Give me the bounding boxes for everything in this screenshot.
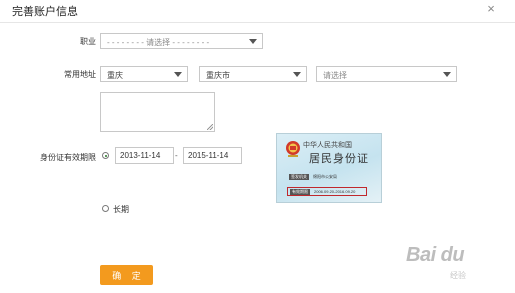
city-select[interactable]: 重庆市	[199, 66, 307, 82]
chevron-down-icon	[443, 72, 451, 77]
date-range-radio[interactable]	[102, 152, 109, 159]
long-term-radio[interactable]	[102, 205, 109, 212]
baidu-watermark: Bai du 经验	[398, 236, 508, 286]
account-info-dialog: 完善账户信息 × 职业 - - - - - - - - 请选择 - - - - …	[0, 0, 515, 293]
id-card-authority-value: 绵阳市公安局	[313, 174, 337, 179]
id-card-header-line1: 中华人民共和国	[303, 141, 352, 149]
address-detail-textarea[interactable]	[100, 92, 215, 132]
city-select-value: 重庆市	[206, 71, 230, 80]
id-card-validity-value: 2006.09.20-2016.09.20	[314, 189, 356, 194]
id-card-validity-row: 有效期限 2006.09.20-2016.09.20	[290, 189, 355, 195]
chevron-down-icon	[293, 72, 301, 77]
resize-handle-icon[interactable]	[207, 124, 213, 130]
province-select-value: 重庆	[107, 71, 123, 80]
id-card-authority-label: 签发机关	[289, 174, 309, 180]
district-select-value: 请选择	[323, 71, 347, 80]
watermark-logo-text: Bai du	[406, 244, 465, 266]
dialog-title: 完善账户信息	[12, 6, 78, 18]
id-card-validity-label: 有效期限	[290, 189, 310, 195]
end-date-value: 2015-11-14	[188, 151, 229, 160]
end-date-input[interactable]: 2015-11-14	[183, 147, 242, 164]
watermark-subtext: 经验	[450, 271, 466, 280]
national-emblem-icon	[286, 141, 300, 157]
id-card-sample-image: 中华人民共和国 居民身份证 签发机关 绵阳市公安局 有效期限 2006.09.20-…	[276, 133, 382, 203]
id-validity-label: 身份证有效期限	[40, 153, 96, 162]
close-icon[interactable]: ×	[485, 2, 497, 15]
chevron-down-icon	[174, 72, 182, 77]
dialog-header: 完善账户信息 ×	[0, 0, 515, 23]
start-date-input[interactable]: 2013-11-14	[115, 147, 174, 164]
id-card-header-line2: 居民身份证	[309, 152, 369, 165]
id-card-authority-row: 签发机关 绵阳市公安局	[289, 174, 337, 180]
occupation-select-value: - - - - - - - - 请选择 - - - - - - - -	[107, 38, 210, 47]
occupation-select[interactable]: - - - - - - - - 请选择 - - - - - - - -	[100, 33, 263, 49]
chevron-down-icon	[249, 39, 257, 44]
address-label: 常用地址	[64, 70, 96, 79]
confirm-button[interactable]: 确 定	[100, 265, 153, 285]
occupation-label: 职业	[80, 37, 96, 46]
long-term-label: 长期	[113, 205, 129, 214]
district-select[interactable]: 请选择	[316, 66, 457, 82]
province-select[interactable]: 重庆	[100, 66, 188, 82]
date-separator: -	[175, 151, 178, 160]
start-date-value: 2013-11-14	[120, 151, 161, 160]
